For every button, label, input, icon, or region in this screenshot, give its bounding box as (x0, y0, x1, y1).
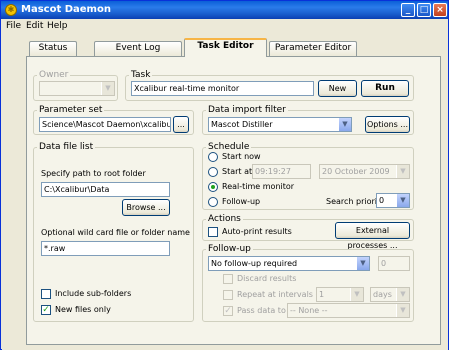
data-import-filter-label: Data import filter (206, 105, 288, 115)
data-import-filter-value: Mascot Distiller (211, 120, 273, 129)
run-task-button[interactable]: Run (361, 80, 409, 97)
pass-data-checkbox: ✓ (223, 306, 233, 316)
auto-print-checkbox[interactable] (208, 227, 218, 237)
discard-results-checkbox (223, 274, 233, 284)
repeat-interval-value: 1 (319, 290, 325, 299)
tab-task-editor[interactable]: Task Editor (184, 38, 267, 57)
task-label: Task (129, 70, 153, 80)
import-options-button[interactable]: Options ... (365, 116, 410, 133)
tab-event-log-label: Event Log (115, 43, 161, 53)
tab-status[interactable]: Status (29, 41, 77, 56)
menu-edit[interactable]: Edit (26, 21, 43, 31)
menu-file[interactable]: File (6, 21, 21, 31)
follow-up-label: Follow-up (206, 244, 253, 254)
new-task-button[interactable]: New (318, 80, 357, 97)
parameter-set-label: Parameter set (37, 105, 105, 115)
repeat-interval-select: 1 ▼ (316, 287, 364, 302)
data-file-list-label: Data file list (37, 142, 96, 152)
menu-help[interactable]: Help (47, 21, 68, 31)
parameter-set-input[interactable]: Science\Mascot Daemon\xcalibur.par (39, 117, 171, 132)
task-name-input[interactable]: Xcalibur real-time monitor (131, 81, 314, 96)
search-priority-value: 0 (379, 196, 385, 205)
realtime-monitor-label: Real-time monitor (222, 182, 295, 191)
chevron-down-icon: ▼ (356, 257, 369, 270)
root-folder-label: Specify path to root folder (41, 169, 146, 178)
maximize-button[interactable]: □ (417, 3, 431, 17)
chevron-down-icon: ▼ (396, 304, 409, 317)
new-files-only-label: New files only (55, 305, 111, 314)
tab-parameter-editor-label: Parameter Editor (274, 43, 352, 53)
start-date-select: 20 October 2009 ▼ (319, 164, 410, 179)
data-import-filter-select[interactable]: Mascot Distiller ▼ (208, 117, 352, 132)
start-time-input: 09:19:27 (252, 164, 311, 179)
tab-event-log[interactable]: Event Log (94, 41, 182, 56)
include-subfolders-checkbox[interactable] (41, 289, 51, 299)
follow-up-count-input: 0 (378, 256, 410, 271)
repeat-unit-select: days ▼ (370, 287, 410, 302)
auto-print-label: Auto-print results (222, 227, 292, 236)
schedule-label: Schedule (206, 142, 252, 152)
follow-up-mode-value: No follow-up required (211, 259, 298, 268)
search-priority-select[interactable]: 0 ▼ (376, 193, 410, 208)
tab-status-label: Status (38, 43, 68, 53)
checkmark-icon: ✓ (42, 305, 50, 315)
repeat-unit-value: days (373, 290, 392, 299)
follow-up-radio[interactable] (208, 197, 218, 207)
mascot-icon: ✱ (5, 4, 17, 16)
chevron-down-icon: ▼ (396, 288, 409, 301)
tab-parameter-editor[interactable]: Parameter Editor (269, 41, 357, 56)
actions-label: Actions (206, 214, 243, 224)
repeat-interval-checkbox (223, 290, 233, 300)
pass-data-select: -- None -- ▼ (287, 303, 410, 318)
chevron-down-icon: ▼ (396, 194, 409, 207)
start-now-label: Start now (222, 152, 261, 161)
title-bar[interactable]: ✱ Mascot Daemon _ □ × (1, 1, 448, 19)
window-title: Mascot Daemon (21, 4, 111, 15)
follow-up-radio-label: Follow-up (222, 197, 261, 206)
start-now-radio[interactable] (208, 152, 218, 162)
chevron-down-icon: ▼ (338, 118, 351, 131)
wildcard-label: Optional wild card file or folder name (41, 228, 190, 237)
new-files-only-checkbox[interactable]: ✓ (41, 305, 51, 315)
repeat-interval-label: Repeat at intervals of (237, 290, 324, 299)
root-folder-browse-button[interactable]: Browse ... (122, 199, 170, 216)
tab-task-editor-label: Task Editor (197, 41, 254, 51)
wildcard-input[interactable]: *.raw (41, 241, 170, 256)
parameter-set-browse-button[interactable]: ... (173, 116, 189, 133)
start-at-label: Start at (222, 167, 253, 176)
owner-select: ▼ (39, 81, 115, 96)
chevron-down-icon: ▼ (396, 165, 409, 178)
root-folder-input[interactable]: C:\Xcalibur\Data (41, 182, 170, 197)
follow-up-mode-select[interactable]: No follow-up required ▼ (208, 256, 370, 271)
minimize-button[interactable]: _ (401, 3, 415, 17)
main-window: ✱ Mascot Daemon _ □ × File Edit Help Sta… (0, 0, 449, 350)
chevron-down-icon: ▼ (350, 288, 363, 301)
menu-bar: File Edit Help (2, 19, 448, 33)
close-button[interactable]: × (433, 3, 447, 17)
checkmark-icon: ✓ (224, 306, 232, 316)
discard-results-label: Discard results (237, 274, 297, 283)
include-subfolders-label: Include sub-folders (55, 289, 132, 298)
pass-data-value: -- None -- (290, 306, 328, 315)
start-date-value: 20 October 2009 (322, 167, 390, 176)
realtime-monitor-radio[interactable] (208, 182, 218, 192)
external-processes-button[interactable]: External processes ... (335, 222, 410, 250)
owner-label: Owner (37, 70, 71, 80)
pass-data-label: Pass data to (237, 306, 286, 315)
start-at-radio[interactable] (208, 167, 218, 177)
chevron-down-icon: ▼ (101, 82, 114, 95)
